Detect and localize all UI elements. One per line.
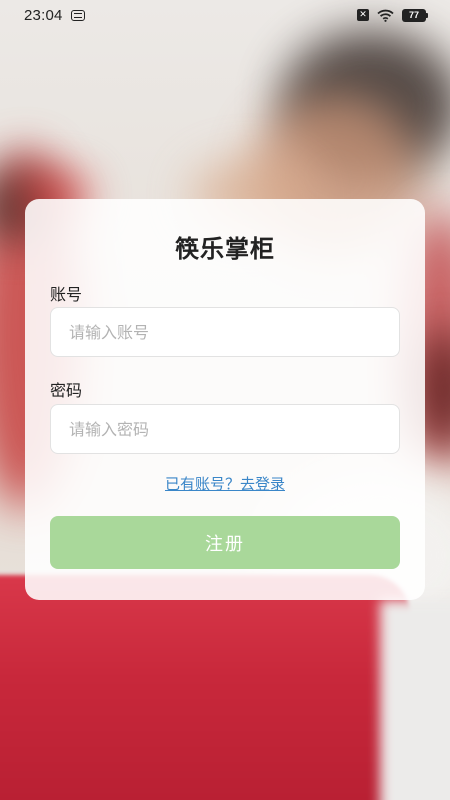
battery-level: 77 — [402, 8, 426, 22]
register-card: 筷乐掌柜 账号 密码 已有账号？去登录 注册 — [25, 199, 425, 600]
status-time: 23:04 — [24, 6, 63, 24]
app-title: 筷乐掌柜 — [175, 235, 275, 263]
status-bar: 23:04 ✕ 77 — [0, 0, 450, 30]
wifi-icon — [377, 9, 394, 22]
password-label: 密码 — [50, 381, 83, 400]
register-button[interactable]: 注册 — [50, 516, 400, 569]
battery-icon: 77 — [402, 8, 428, 22]
password-input[interactable] — [50, 404, 400, 454]
status-bar-left: 23:04 — [24, 7, 85, 24]
battery-tip — [426, 12, 428, 18]
account-input[interactable] — [50, 307, 400, 357]
background-red-tablecloth — [0, 575, 410, 800]
background-white-table — [380, 600, 450, 800]
notification-app-icon — [70, 9, 85, 21]
account-label: 账号 — [50, 285, 83, 304]
go-to-login-link[interactable]: 已有账号？去登录 — [25, 473, 425, 494]
no-sim-icon: ✕ — [357, 9, 369, 21]
status-bar-right: ✕ 77 — [357, 8, 428, 22]
